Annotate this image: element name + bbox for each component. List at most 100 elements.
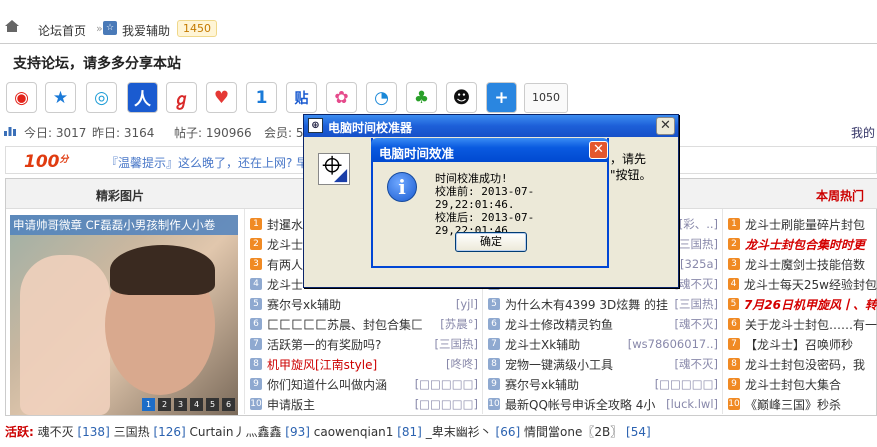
list-item[interactable]: 7 龙斗士Xk辅助 [ws78606017..] xyxy=(488,334,718,354)
list-item[interactable]: 9 你们知道什么叫做内涵 [□□□□□] xyxy=(250,374,478,394)
thread-author[interactable]: [魂不灭] xyxy=(675,356,718,372)
list-item[interactable]: 8 宠物一键满级小工具 [魂不灭] xyxy=(488,354,718,374)
thread-title[interactable]: 封暹水 xyxy=(267,216,303,233)
list-item[interactable]: 7 【龙斗士】召唤师秒 xyxy=(728,334,877,354)
list-item[interactable]: 4 龙斗士每天25w经验封包 xyxy=(728,274,877,294)
thread-author[interactable]: [三国热] xyxy=(675,296,718,312)
list-item[interactable]: 5 赛尔号xk辅助 [yjl] xyxy=(250,294,478,314)
thread-title[interactable]: 《巅峰三国》秒杀 xyxy=(745,396,841,413)
active-user-name[interactable]: 魂不灭 xyxy=(38,425,74,439)
slider-caption[interactable]: 申请帅哥微章 CF磊磊小男孩制作人小卷 xyxy=(10,215,238,235)
close-icon[interactable]: ✕ xyxy=(589,141,608,159)
thread-title[interactable]: 机甲旋风[江南style] xyxy=(267,356,377,373)
thread-author[interactable]: [□□□□□] xyxy=(415,377,478,391)
tieba-share-icon[interactable]: 贴 xyxy=(286,82,317,113)
thread-title[interactable]: 龙斗士每天25w经验封包 xyxy=(744,276,877,293)
thread-title[interactable]: 龙斗士封包合集时时更 xyxy=(745,236,865,253)
active-user[interactable]: caowenqian1 [81] xyxy=(310,425,422,439)
list-item[interactable]: 9 龙斗士封包大集合 xyxy=(728,374,877,394)
thread-title[interactable]: 龙斗士 xyxy=(267,236,303,253)
thread-title[interactable]: 为什么木有4399 3D炫舞 的挂 xyxy=(505,296,668,313)
heart-share-icon[interactable]: ♥ xyxy=(206,82,237,113)
list-item[interactable]: 6 龙斗士修改精灵钓鱼 [魂不灭] xyxy=(488,314,718,334)
active-user-name[interactable]: _卑末幽衫丶 xyxy=(426,425,492,439)
my-link[interactable]: 我的 xyxy=(851,124,875,141)
list-item[interactable]: 6 关于龙斗士封包……有一 xyxy=(728,314,877,334)
thread-title[interactable]: 活跃第一的有奖励吗? xyxy=(267,336,381,353)
breadcrumb-forum-home[interactable]: 论坛首页 xyxy=(38,22,86,39)
list-item[interactable]: 2 龙斗士封包合集时时更 xyxy=(728,234,877,254)
thread-title[interactable]: 你们知道什么叫做内涵 xyxy=(267,376,387,393)
thread-author[interactable]: [luck.lwl] xyxy=(666,397,718,411)
thread-title[interactable]: 赛尔号xk辅助 xyxy=(505,376,579,393)
qzone-share-icon[interactable]: ★ xyxy=(45,82,76,113)
list-item[interactable]: 6 匚匚匚匚匚苏晨、封包合集匚 [苏晨°] xyxy=(250,314,478,334)
active-user-name[interactable]: caowenqian1 xyxy=(314,425,394,439)
clover-share-icon[interactable]: ♣ xyxy=(406,82,437,113)
thread-title[interactable]: 7月26日机甲旋风丨、转 xyxy=(744,296,877,313)
active-user[interactable]: Curtain丿灬鑫鑫 [93] xyxy=(186,425,310,439)
flower-share-icon[interactable]: ✿ xyxy=(326,82,357,113)
thread-title[interactable]: 龙斗士封包没密码，我 xyxy=(745,356,865,373)
slider-page[interactable]: 2 xyxy=(158,398,171,411)
slider-page[interactable]: 6 xyxy=(222,398,235,411)
ok-button[interactable]: 确定 xyxy=(455,232,527,252)
list-item[interactable]: 8 机甲旋风[江南style] [咚咚] xyxy=(250,354,478,374)
list-item[interactable]: 9 赛尔号xk辅助 [□□□□□] xyxy=(488,374,718,394)
thread-author[interactable]: [彩、..] xyxy=(679,216,718,232)
active-user-name[interactable]: Curtain丿灬鑫鑫 xyxy=(190,425,282,439)
window-titlebar[interactable]: ⊕ 电脑时间校准器 xyxy=(304,115,678,137)
douban-share-icon[interactable]: 1 xyxy=(246,82,277,113)
slider-page[interactable]: 3 xyxy=(174,398,187,411)
kaixin-share-icon[interactable]: ℊ xyxy=(166,82,197,113)
thread-author[interactable]: [三国热] xyxy=(675,236,718,252)
active-user[interactable]: _卑末幽衫丶 [66] xyxy=(422,425,520,439)
active-user-name[interactable]: 三国热 xyxy=(114,425,150,439)
list-item[interactable]: 7 活跃第一的有奖励吗? [三国热] xyxy=(250,334,478,354)
thread-title[interactable]: 龙斗士魔剑士技能倍数 xyxy=(745,256,865,273)
thread-title[interactable]: 龙斗士修改精灵钓鱼 xyxy=(505,316,613,333)
image-slider[interactable]: 申请帅哥微章 CF磊磊小男孩制作人小卷 1 2 3 4 5 6 xyxy=(10,215,238,415)
breadcrumb-forum-name[interactable]: 我爱辅助 xyxy=(122,22,170,39)
list-item[interactable]: 10 申请版主 [□□□□□] xyxy=(250,394,478,414)
thread-author[interactable]: [□□□□□] xyxy=(655,377,718,391)
slider-page[interactable]: 4 xyxy=(190,398,203,411)
list-item[interactable]: 10 最新QQ帐号申诉全攻略 4小 [luck.lwl] xyxy=(488,394,718,414)
renren-share-icon[interactable]: 人 xyxy=(127,82,158,113)
thread-author[interactable]: [325a] xyxy=(680,257,718,271)
slider-page[interactable]: 1 xyxy=(142,398,155,411)
thread-title[interactable]: 龙斗士刷能量碎片封包 xyxy=(745,216,865,233)
active-user[interactable]: 三国热 [126] xyxy=(110,425,186,439)
active-user-name[interactable]: 情間當one〖2B〗 xyxy=(524,425,622,439)
thread-author[interactable]: [魂不灭] xyxy=(675,316,718,332)
thread-title[interactable]: 最新QQ帐号申诉全攻略 4小 xyxy=(505,396,655,413)
thread-author[interactable]: [yjl] xyxy=(456,297,478,311)
pengyou-share-icon[interactable]: ◎ xyxy=(86,82,117,113)
list-item[interactable]: 10 《巅峰三国》秒杀 xyxy=(728,394,877,414)
thread-author[interactable]: [三国热] xyxy=(435,336,478,352)
list-item[interactable]: 5 为什么木有4399 3D炫舞 的挂 [三国热] xyxy=(488,294,718,314)
tqq-share-icon[interactable]: ◔ xyxy=(366,82,397,113)
dialog-titlebar[interactable]: 电脑时间效准 ✕ xyxy=(371,138,609,162)
thread-author[interactable]: [ws78606017..] xyxy=(628,337,718,351)
thread-author[interactable]: [苏晨°] xyxy=(440,316,478,332)
qq-share-icon[interactable]: ☻ xyxy=(446,82,477,113)
active-user[interactable]: 魂不灭 [138] xyxy=(38,425,110,439)
home-icon[interactable] xyxy=(5,20,19,32)
thread-title[interactable]: 龙斗士 xyxy=(267,276,303,293)
thread-title[interactable]: 匚匚匚匚匚苏晨、封包合集匚 xyxy=(267,316,423,333)
thread-title[interactable]: 宠物一键满级小工具 xyxy=(505,356,613,373)
active-user[interactable]: 情間當one〖2B〗 [54] xyxy=(520,425,651,439)
thread-title[interactable]: 有两人 xyxy=(267,256,303,273)
thread-title[interactable]: 【龙斗士】召唤师秒 xyxy=(745,336,853,353)
thread-title[interactable]: 龙斗士Xk辅助 xyxy=(505,336,580,353)
list-item[interactable]: 3 龙斗士魔剑士技能倍数 xyxy=(728,254,877,274)
more-share-icon[interactable]: + xyxy=(486,82,517,113)
thread-title[interactable]: 龙斗士封包大集合 xyxy=(745,376,841,393)
thread-title[interactable]: 赛尔号xk辅助 xyxy=(267,296,341,313)
thread-title[interactable]: 关于龙斗士封包……有一 xyxy=(745,316,877,333)
list-item[interactable]: 1 龙斗士刷能量碎片封包 xyxy=(728,214,877,234)
weibo-share-icon[interactable]: ◉ xyxy=(6,82,37,113)
thread-title[interactable]: 申请版主 xyxy=(267,396,315,413)
list-item[interactable]: 8 龙斗士封包没密码，我 xyxy=(728,354,877,374)
